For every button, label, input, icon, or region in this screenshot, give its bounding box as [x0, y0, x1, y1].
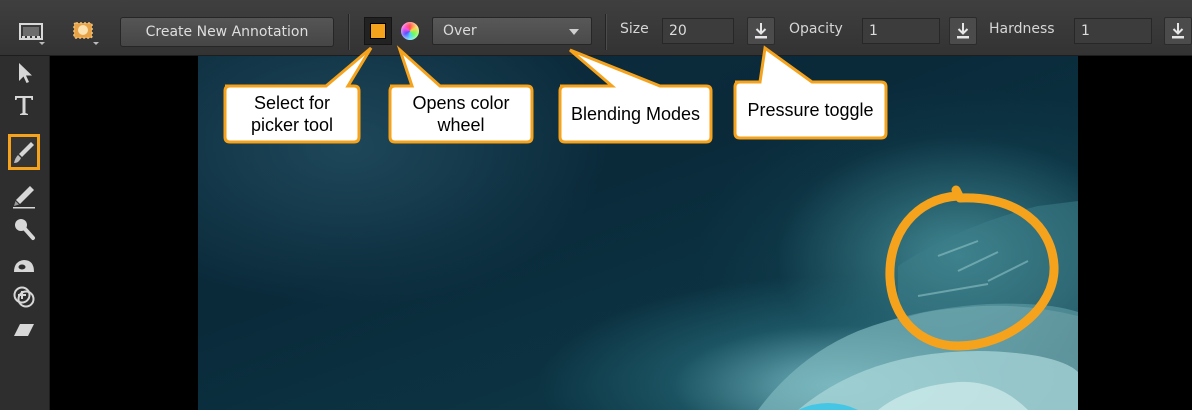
blur-tool[interactable] — [9, 250, 39, 280]
hardness-field[interactable]: 1 — [1074, 18, 1152, 44]
image-viewer[interactable] — [50, 56, 1192, 410]
blend-mode-value: Over — [443, 23, 477, 39]
text-tool[interactable] — [9, 90, 39, 120]
size-label: Size — [620, 21, 649, 37]
opacity-label: Opacity — [789, 21, 843, 37]
size-field[interactable]: 20 — [662, 18, 734, 44]
pencil-tool[interactable] — [9, 182, 39, 212]
opacity-field[interactable]: 1 — [862, 18, 940, 44]
clone-tool[interactable] — [9, 282, 39, 312]
blend-mode-select[interactable]: Over — [432, 17, 592, 45]
pressure-toggle-icon — [755, 23, 767, 39]
hardness-pressure-toggle[interactable] — [1164, 17, 1192, 45]
eraser-tool[interactable] — [9, 314, 39, 344]
blob-icon — [14, 260, 34, 272]
pressure-toggle-icon — [957, 23, 969, 39]
brush-tool[interactable] — [8, 134, 40, 170]
tool-palette — [0, 56, 50, 410]
toolbar-divider — [348, 14, 349, 50]
toolbar-divider — [605, 14, 606, 50]
annotation-layers-icon[interactable] — [68, 18, 104, 46]
pressure-toggle-icon — [1172, 23, 1184, 39]
top-toolbar: Create New Annotation Over Size 20 Opaci… — [0, 0, 1192, 56]
color-picker-swatch[interactable] — [364, 17, 392, 45]
clone-stamp-icon — [13, 286, 35, 308]
text-t-icon — [15, 96, 33, 115]
ice-cave-photo — [198, 56, 1078, 410]
paintbrush-icon — [14, 142, 34, 163]
magnify-tool[interactable] — [9, 214, 39, 244]
pencil-icon — [13, 186, 35, 209]
size-pressure-toggle[interactable] — [747, 17, 775, 45]
magnifier-icon — [15, 219, 35, 240]
select-tool[interactable] — [9, 58, 39, 88]
annotation-viewer-icon[interactable] — [16, 18, 52, 46]
arrow-pointer-icon — [19, 63, 32, 83]
color-swatch-fill — [370, 23, 386, 39]
hardness-label: Hardness — [989, 21, 1055, 37]
eraser-icon — [14, 324, 34, 336]
color-wheel-button[interactable] — [396, 17, 424, 45]
create-annotation-button[interactable]: Create New Annotation — [120, 17, 334, 47]
chevron-down-icon — [569, 29, 579, 35]
color-wheel-icon — [401, 22, 419, 40]
opacity-pressure-toggle[interactable] — [949, 17, 977, 45]
